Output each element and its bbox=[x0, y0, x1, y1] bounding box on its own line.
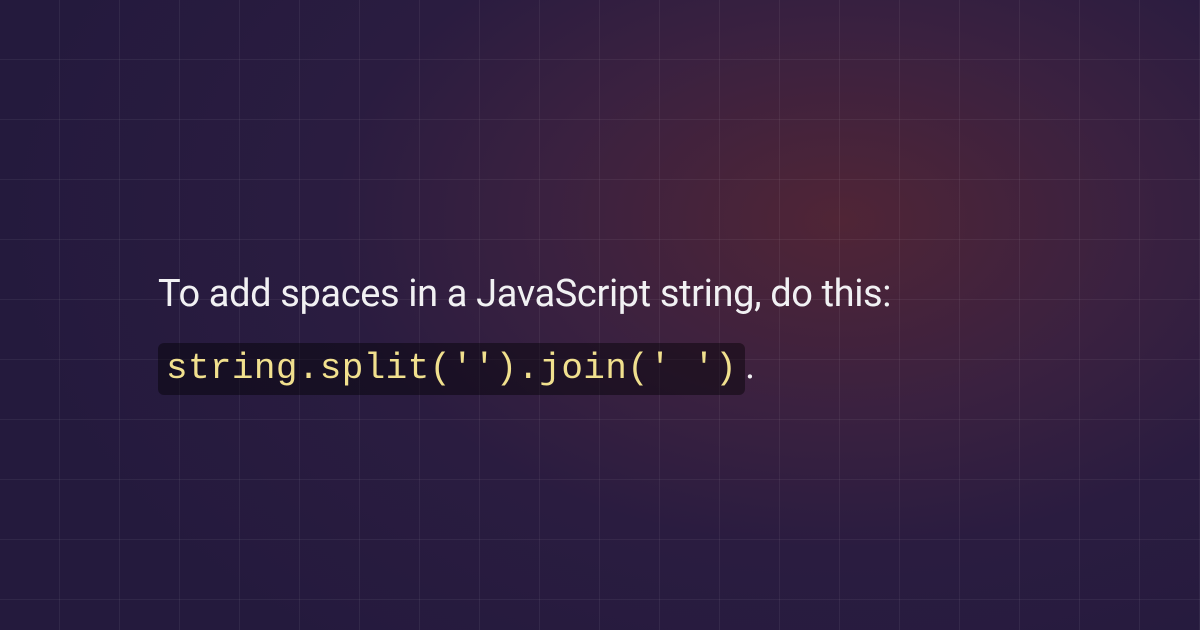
tip-text-prefix: To add spaces in a JavaScript string, do… bbox=[158, 272, 891, 316]
tip-text-block: To add spaces in a JavaScript string, do… bbox=[158, 258, 1058, 404]
tip-text-suffix: . bbox=[745, 344, 755, 388]
code-snippet: string.split('').join(' ') bbox=[158, 343, 745, 395]
